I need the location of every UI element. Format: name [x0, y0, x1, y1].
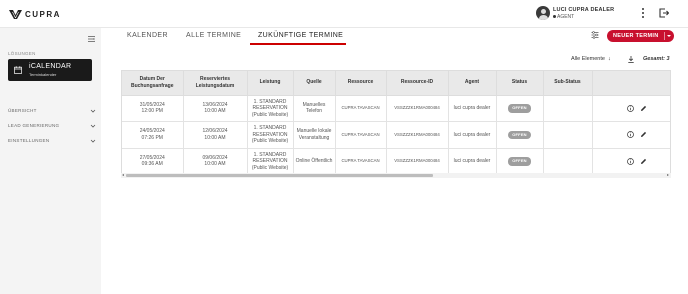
actions-cell — [592, 95, 670, 122]
resource-cell: CUPRA TAVASCAN — [335, 95, 387, 122]
sub-status-cell — [543, 121, 593, 149]
service-cell: 1. STANDARD RESERVATION (Public Website) — [247, 148, 294, 175]
chevron-down-icon — [90, 124, 96, 128]
service-cell: 1. STANDARD RESERVATION (Public Website) — [247, 95, 294, 122]
col-booking-date[interactable]: Datum Der Buchungsanfrage — [122, 71, 184, 96]
actions-cell — [592, 148, 670, 175]
agent-cell: luci cupra dealer — [448, 121, 497, 149]
scroll-left-icon[interactable] — [122, 174, 124, 176]
source-cell: Manuelles Telefon — [293, 95, 336, 122]
edit-icon[interactable] — [640, 131, 647, 138]
info-icon[interactable] — [626, 104, 634, 112]
col-source[interactable]: Quelle — [293, 71, 336, 96]
service-cell: 1. STANDARD RESERVATION (Public Website) — [247, 121, 294, 149]
sidebar-item-settings[interactable]: EINSTELLUNGEN — [8, 138, 96, 146]
cupra-logo-icon — [9, 9, 22, 19]
logo-text: CUPRA — [25, 9, 61, 19]
col-resource-id[interactable]: Ressource-ID — [386, 71, 449, 96]
sidebar-item-label: ÜBERSICHT — [8, 108, 37, 113]
status-badge: OFFEN — [508, 157, 531, 166]
actions-cell — [592, 121, 670, 149]
service-date-cell: 12/06/2024 10:00 AM — [183, 121, 248, 149]
sub-status-cell — [543, 95, 593, 122]
scroll-right-icon[interactable] — [667, 174, 669, 176]
sidebar-item-overview[interactable]: ÜBERSICHT — [8, 108, 96, 116]
edit-icon[interactable] — [640, 105, 647, 112]
tab-future-appointments[interactable]: ZUKÜNFTIGE TERMINE — [258, 32, 343, 39]
user-avatar-icon[interactable] — [536, 6, 550, 20]
col-status[interactable]: Status — [496, 71, 544, 96]
cupra-logo[interactable]: CUPRA — [9, 9, 61, 19]
status-badge: OFFEN — [508, 130, 531, 139]
info-icon[interactable] — [626, 157, 634, 165]
logout-icon[interactable] — [659, 8, 669, 18]
booking-date-cell: 24/05/2024 07:26 PM — [122, 121, 184, 149]
status-cell: OFFEN — [496, 95, 544, 122]
sidebar-item-label: EINSTELLUNGEN — [8, 138, 50, 143]
tab-bar: KALENDER ALLE TERMINE ZUKÜNFTIGE TERMINE — [101, 28, 688, 45]
col-service-date[interactable]: Reserviertes Leistungsdatum — [183, 71, 248, 96]
agent-cell: luci cupra dealer — [448, 148, 497, 175]
resource-id-cell: VSSZZZK1RMA000484 — [386, 95, 449, 122]
edit-icon[interactable] — [640, 158, 647, 165]
table-row[interactable]: 27/05/2024 09:36 AM 09/06/2024 10:00 AM 1.… — [122, 148, 670, 175]
col-sub-status[interactable]: Sub-Status — [543, 71, 593, 96]
resource-cell: CUPRA TAVASCAN — [335, 121, 387, 149]
sidebar-item-lead-generation[interactable]: LEAD GENERIERUNG — [8, 123, 96, 131]
tab-calendar[interactable]: KALENDER — [127, 32, 168, 39]
agent-cell: luci cupra dealer — [448, 95, 497, 122]
col-service[interactable]: Leistung — [247, 71, 294, 96]
resource-cell: CUPRA TAVASCAN — [335, 148, 387, 175]
service-date-cell: 09/06/2024 10:00 AM — [183, 148, 248, 175]
chevron-down-icon — [90, 139, 96, 143]
booking-date-cell: 31/05/2024 12:00 PM — [122, 95, 184, 122]
active-tab-indicator — [250, 43, 346, 45]
service-date-cell: 13/06/2024 10:00 AM — [183, 95, 248, 122]
select-all-label: Alle Elemente — [571, 56, 605, 62]
more-vertical-icon[interactable] — [641, 8, 645, 18]
user-name: LUCI CUPRA DEALER — [553, 7, 615, 13]
resource-id-cell: VSSZZZK1RMA000484 — [386, 148, 449, 175]
user-role: AGENT — [553, 14, 574, 20]
status-cell: OFFEN — [496, 148, 544, 175]
info-icon[interactable] — [626, 131, 634, 138]
arrow-down-icon: ↓ — [607, 56, 611, 62]
calendar-icon — [14, 66, 22, 74]
sub-status-cell — [543, 148, 593, 175]
table-row[interactable]: 31/05/2024 12:00 PM 13/06/2024 10:00 AM 1.… — [122, 95, 670, 122]
booking-date-cell: 27/05/2024 09:36 AM — [122, 148, 184, 175]
scroll-thumb[interactable] — [126, 174, 433, 177]
top-header: CUPRA LUCI CUPRA DEALER AGENT — [0, 0, 688, 28]
new-appointment-button[interactable]: NEUER TERMIN — [607, 30, 674, 42]
col-agent[interactable]: Agent — [448, 71, 497, 96]
role-dot-icon — [553, 15, 556, 19]
sidebar-item-label: LEAD GENERIERUNG — [8, 123, 60, 128]
select-all-dropdown[interactable]: Alle Elemente ↓ — [571, 56, 611, 62]
table-row[interactable]: 24/05/2024 07:26 PM 12/06/2024 10:00 AM 1.… — [122, 121, 670, 149]
chevron-down-icon — [90, 109, 96, 113]
status-cell: OFFEN — [496, 121, 544, 149]
sidebar-item-icalendar[interactable]: iCALENDAR Terminkalender — [8, 59, 92, 81]
new-appointment-label: NEUER TERMIN — [613, 33, 659, 39]
col-resource[interactable]: Ressource — [335, 71, 387, 96]
caret-down-icon[interactable] — [667, 35, 671, 37]
resource-id-cell: VSSZZZK1RMA000484 — [386, 121, 449, 149]
menu-toggle-icon[interactable] — [88, 36, 95, 42]
icalendar-subtitle: Terminkalender — [29, 72, 57, 77]
total-count: Gesamt: 3 — [643, 56, 670, 62]
icalendar-title: iCALENDAR — [29, 63, 72, 70]
tab-all-appointments[interactable]: ALLE TERMINE — [186, 32, 241, 39]
filter-icon[interactable] — [591, 31, 599, 39]
download-icon[interactable] — [628, 56, 634, 63]
horizontal-scrollbar[interactable] — [121, 173, 671, 178]
sidebar-section-label: LÖSUNGEN — [8, 51, 36, 56]
source-cell: Online Öffentlich — [293, 148, 336, 175]
col-actions — [592, 71, 670, 96]
user-role-label: AGENT — [557, 14, 575, 20]
source-cell: Manuelle lokale Veranstaltung — [293, 121, 336, 149]
status-badge: OFFEN — [508, 104, 531, 113]
table-header-row: Datum Der Buchungsanfrage Reserviertes L… — [122, 71, 670, 96]
appointments-table: Datum Der Buchungsanfrage Reserviertes L… — [121, 70, 671, 178]
sidebar: LÖSUNGEN iCALENDAR Terminkalender ÜBERSI… — [0, 28, 101, 294]
